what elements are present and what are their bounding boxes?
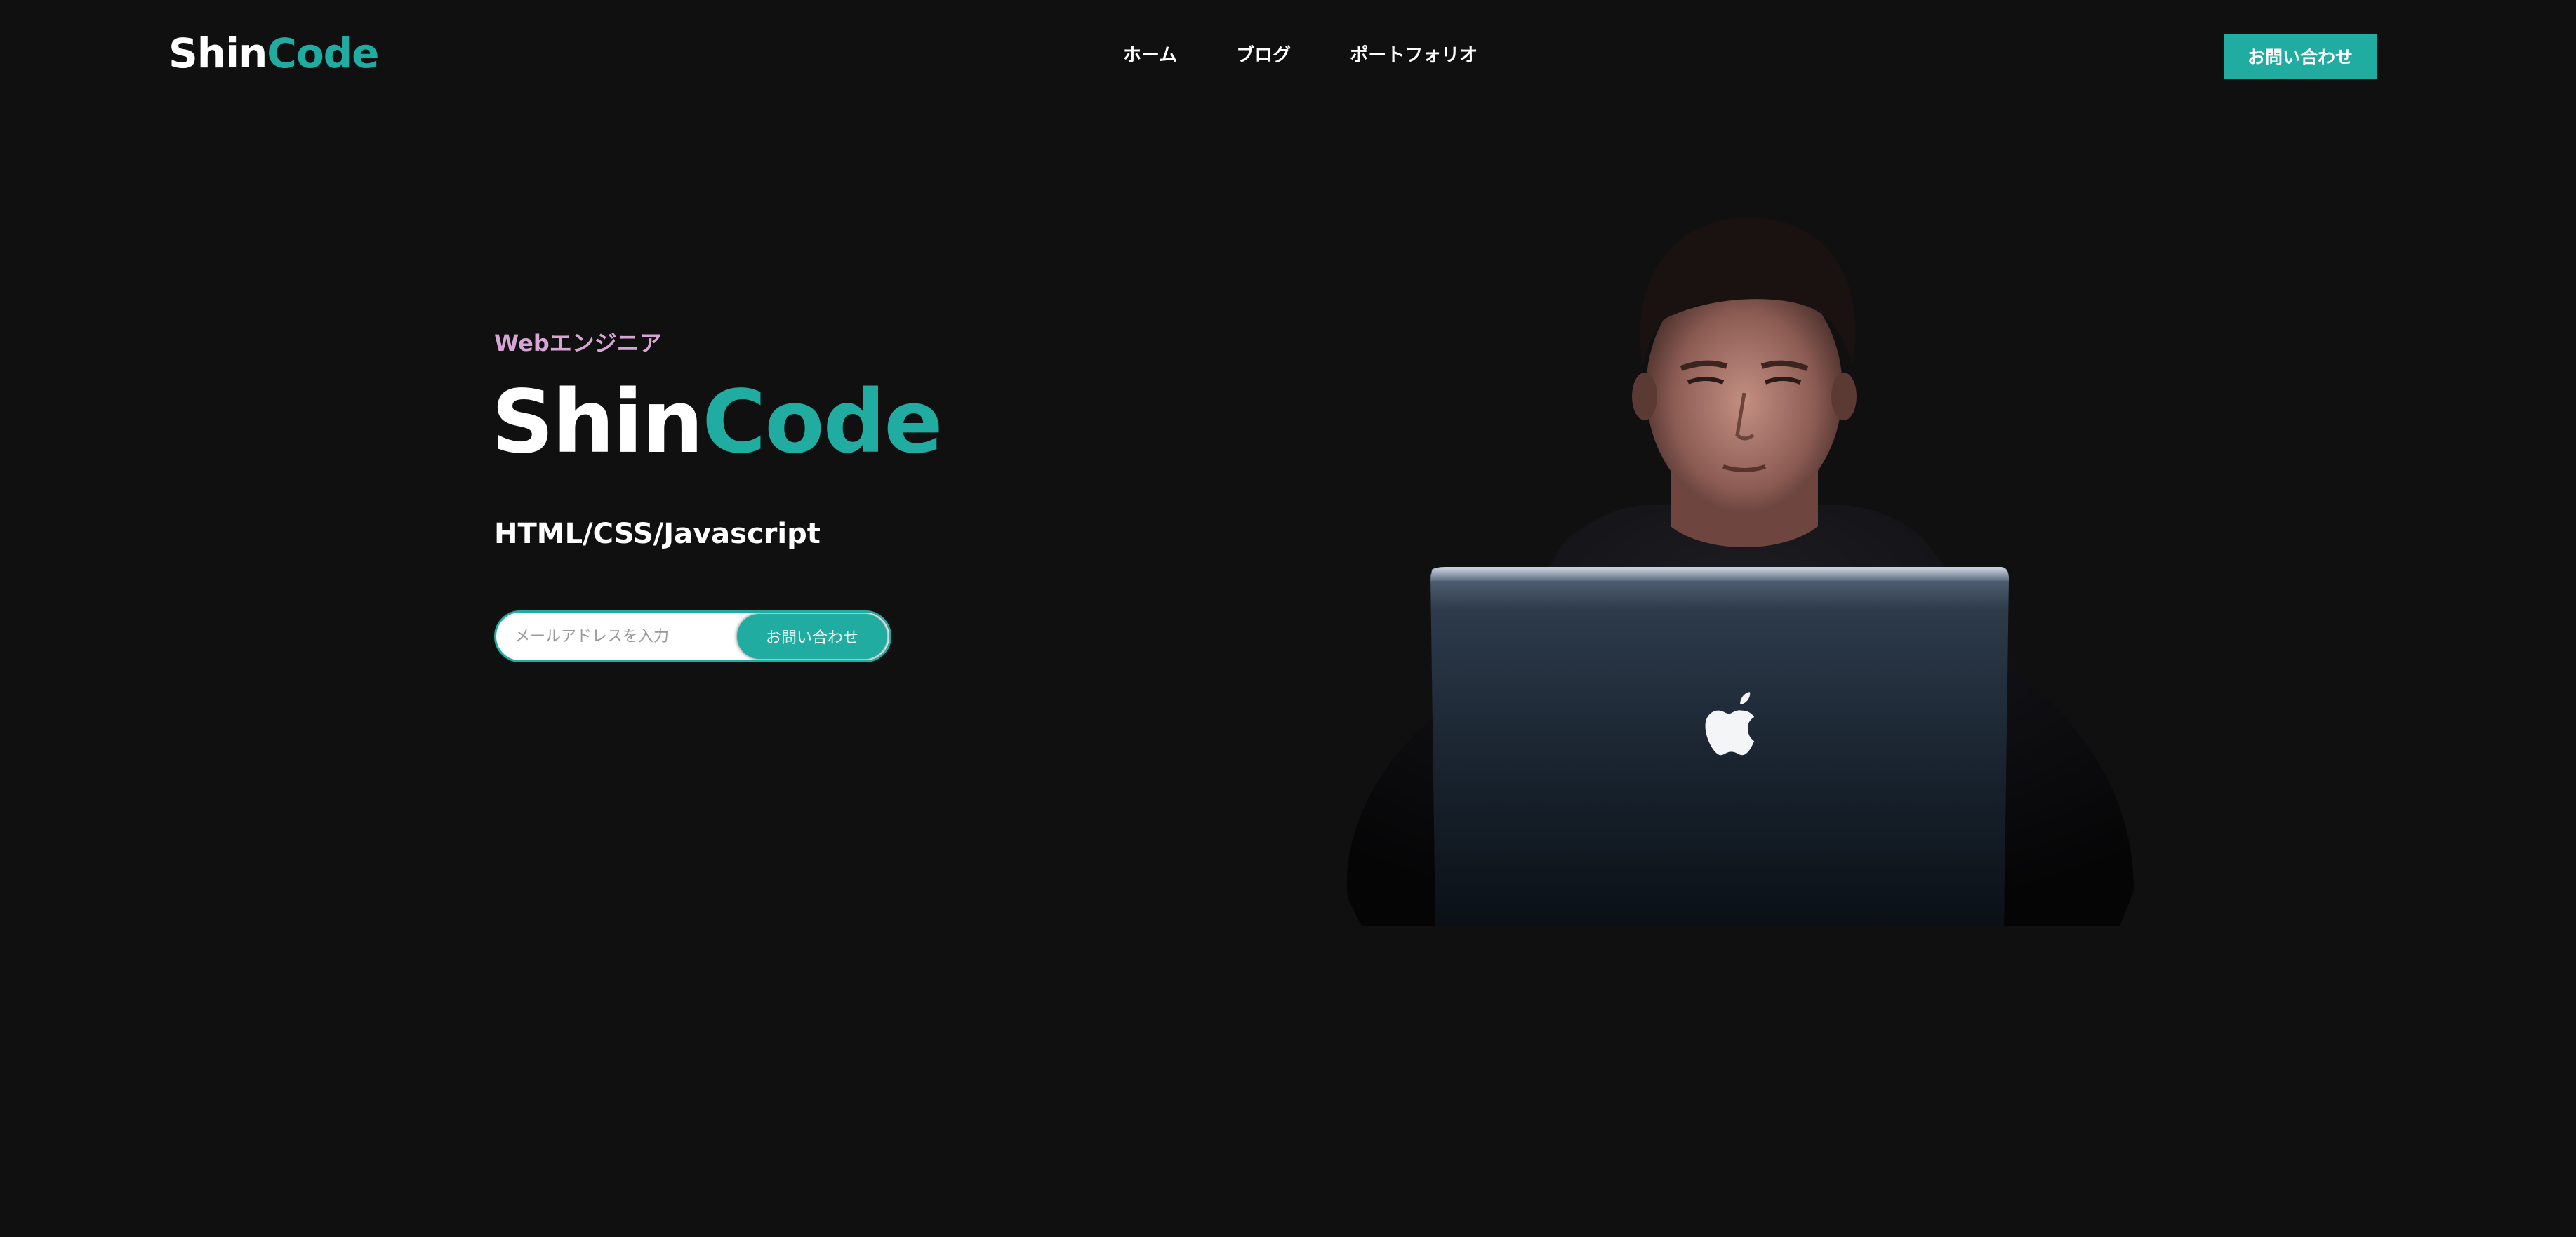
laptop-lid-edge: [1430, 567, 2009, 581]
right-ear-shape: [1831, 373, 1857, 420]
left-ear-shape: [1632, 373, 1657, 420]
nav-item-home[interactable]: ホーム: [1123, 41, 1177, 67]
main-nav: ホーム ブログ ポートフォリオ: [1123, 41, 1478, 67]
hero-title: ShinCode: [491, 379, 943, 466]
nav-item-portfolio[interactable]: ポートフォリオ: [1350, 41, 1478, 67]
email-input[interactable]: [496, 613, 737, 660]
hero-title-accent: Code: [702, 372, 943, 473]
nav-item-blog[interactable]: ブログ: [1236, 41, 1291, 67]
contact-submit-button[interactable]: お問い合わせ: [737, 614, 887, 659]
header-contact-button[interactable]: お問い合わせ: [2224, 34, 2377, 79]
contact-form: お問い合わせ: [494, 610, 891, 662]
page: ShinCode ホーム ブログ ポートフォリオ お問い合わせ Webエンジニア…: [0, 0, 2576, 1237]
logo-text-accent: Code: [267, 29, 379, 77]
logo-text-primary: Shin: [168, 29, 267, 77]
hero-subtitle: Webエンジニア: [494, 330, 662, 356]
hero-skills: HTML/CSS/Javascript: [494, 518, 821, 550]
hero-title-primary: Shin: [491, 372, 703, 473]
hero-image-person-laptop: [1346, 218, 2134, 926]
site-logo[interactable]: ShinCode: [168, 29, 380, 77]
